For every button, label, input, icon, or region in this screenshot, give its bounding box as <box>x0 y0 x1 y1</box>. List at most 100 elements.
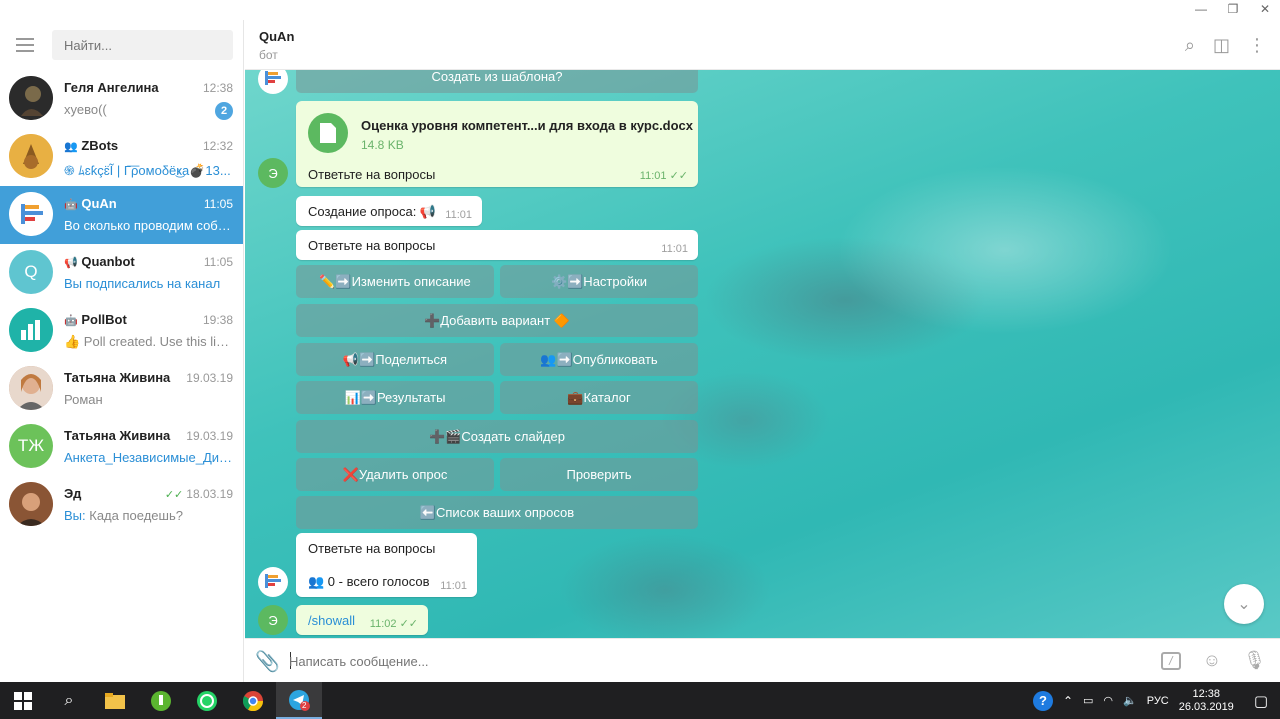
help-icon[interactable]: ? <box>1032 690 1053 711</box>
title-bar: — ❐ ✕ <box>0 0 1280 20</box>
message-time: 11:01 ✓✓ <box>639 170 688 182</box>
chrome-icon[interactable] <box>230 682 276 719</box>
file-explorer-icon[interactable] <box>92 682 138 719</box>
chevron-up-icon[interactable]: ⌃ <box>1063 694 1073 708</box>
chat-name: 📢 Quanbot <box>64 254 135 269</box>
chat-name: Эд <box>64 486 82 501</box>
document-message[interactable]: Оценка уровня компетент...и для входа в … <box>296 101 698 187</box>
avatar <box>9 308 53 352</box>
message-text: Ответьте на вопросы <box>308 238 436 253</box>
command-link[interactable]: /showall <box>308 613 355 628</box>
message-bubble: Создание опроса: 📢 11:01 <box>296 196 482 226</box>
microphone-icon[interactable]: 🎙 <box>1243 650 1266 671</box>
search-taskbar-icon[interactable]: ⌕ <box>46 682 92 719</box>
search-input[interactable] <box>52 30 233 60</box>
chevron-down-icon: ⌄ <box>1237 596 1251 613</box>
notifications-icon[interactable]: ▢ <box>1254 692 1268 710</box>
chat-preview: хуево(( <box>64 102 107 117</box>
message-text: Ответьте на вопросы <box>308 167 436 182</box>
chat-time: 12:32 <box>202 139 233 153</box>
volume-icon[interactable]: 🔈 <box>1123 694 1137 707</box>
chat-item[interactable]: Татьяна Живина 19.03.19 Роман <box>0 360 243 418</box>
message-text: Ответьте на вопросы <box>308 541 436 556</box>
chat-item[interactable]: 🤖 PollBot 19:38 👍 Poll created. Use this… <box>0 302 243 360</box>
utorrent-icon[interactable] <box>138 682 184 719</box>
attach-icon[interactable]: 📎 <box>255 649 280 674</box>
avatar: Q <box>9 250 53 294</box>
message-bubble: Ответьте на вопросы 11:01 <box>296 230 698 260</box>
system-tray: ? ⌃ ▭ ◠ 🔈 РУС 12:38 26.03.2019 ▢ <box>1032 682 1280 719</box>
chat-preview: Во сколько проводим собр... <box>64 218 234 233</box>
catalog-button[interactable]: 💼Каталог <box>500 381 698 414</box>
results-button[interactable]: 📊➡️Результаты <box>296 381 494 414</box>
wifi-icon[interactable]: ◠ <box>1103 694 1113 707</box>
avatar <box>9 134 53 178</box>
read-check-icon: ✓✓ <box>164 489 184 501</box>
minimize-button[interactable]: — <box>1194 2 1208 16</box>
avatar <box>9 76 53 120</box>
group-icon: 👥 <box>64 141 78 153</box>
telegram-badge: 2 <box>302 701 307 710</box>
bot-commands-icon[interactable]: / <box>1160 651 1181 670</box>
chat-preview: ֍ ﾑɛƙçɛ̈Ĩ | Γ͞ρомоδё͜ҝа💣13... <box>64 163 231 178</box>
message-input[interactable] <box>289 647 989 675</box>
vote-count: 👥 0 - всего голосов <box>308 574 430 589</box>
chat-item-active[interactable]: 🤖 QuAn 11:05 Во сколько проводим собр... <box>0 186 243 244</box>
chat-item[interactable]: 👥 ZBots 12:32 ֍ ﾑɛƙçɛ̈Ĩ | Γ͞ρомоδё͜ҝа💣13… <box>0 128 243 186</box>
share-button[interactable]: 📢➡️Поделиться <box>296 343 494 376</box>
avatar <box>9 366 53 410</box>
publish-button[interactable]: 👥➡️Опубликовать <box>500 343 698 376</box>
menu-icon[interactable] <box>16 38 34 52</box>
chat-time: ✓✓ 18.03.19 <box>164 487 233 501</box>
scroll-down-button[interactable]: ⌄ <box>1224 584 1264 624</box>
windows-taskbar: ⌕ 2 ? ⌃ ▭ ◠ 🔈 РУС 12:38 26.03.2019 ▢ <box>0 682 1280 719</box>
chat-item[interactable]: Q 📢 Quanbot 11:05 Вы подписались на кана… <box>0 244 243 302</box>
document-name: Оценка уровня компетент...и для входа в … <box>361 118 694 133</box>
template-button[interactable]: Создать из шаблона? <box>296 70 698 93</box>
sidebar-toggle-icon[interactable]: ◫ <box>1213 35 1230 56</box>
edit-description-button[interactable]: ✏️➡️Изменить описание <box>296 265 494 298</box>
message-bubble: Ответьте на вопросы 👥 0 - всего голосов … <box>296 533 477 597</box>
chat-item[interactable]: Эд ✓✓ 18.03.19 Вы: Када поедешь? <box>0 476 243 534</box>
maximize-button[interactable]: ❐ <box>1226 2 1240 16</box>
chat-time: 19.03.19 <box>186 429 233 443</box>
poll-list-button[interactable]: ⬅️Список ваших опросов <box>296 496 698 529</box>
chat-item[interactable]: ТЖ Татьяна Живина 19.03.19 Анкета_Незави… <box>0 418 243 476</box>
clock[interactable]: 12:38 26.03.2019 <box>1179 688 1234 714</box>
whatsapp-icon[interactable] <box>184 682 230 719</box>
search-icon[interactable]: ⌕ <box>1185 35 1195 56</box>
create-slider-button[interactable]: ➕🎬Создать слайдер <box>296 420 698 453</box>
document-size: 14.8 KB <box>361 138 404 152</box>
chat-name: Татьяна Живина <box>64 370 171 385</box>
chat-time: 12:38 <box>202 81 233 95</box>
avatar <box>9 192 53 236</box>
language-indicator[interactable]: РУС <box>1147 695 1169 707</box>
close-button[interactable]: ✕ <box>1258 2 1272 16</box>
chat-preview: 👍 Poll created. Use this link ... <box>64 334 234 349</box>
delete-poll-button[interactable]: ❌Удалить опрос <box>296 458 494 491</box>
settings-button[interactable]: ⚙️➡️Настройки <box>500 265 698 298</box>
battery-icon[interactable]: ▭ <box>1083 694 1093 707</box>
document-icon <box>308 113 348 153</box>
bot-avatar <box>258 567 288 597</box>
read-check-icon: ✓✓ <box>669 170 688 182</box>
message-composer: 📎 / ☺ 🎙 <box>245 638 1280 682</box>
telegram-window: — ❐ ✕ Геля Ангелина 12:38 хуево(( 2 👥 ZB… <box>0 0 1280 682</box>
channel-icon: 📢 <box>64 257 78 269</box>
chat-header: QuAn бот ⌕ ◫ ⋮ <box>245 20 1280 70</box>
start-button[interactable] <box>0 682 46 719</box>
more-options-icon[interactable]: ⋮ <box>1248 35 1266 56</box>
sidebar: Геля Ангелина 12:38 хуево(( 2 👥 ZBots 12… <box>0 20 244 682</box>
chat-time: 11:05 <box>203 255 233 269</box>
chat-name: Геля Ангелина <box>64 80 159 95</box>
chat-time: 11:05 <box>203 197 233 211</box>
chat-time: 19.03.19 <box>186 371 233 385</box>
check-button[interactable]: Проверить <box>500 458 698 491</box>
chat-preview: Анкета_Независимые_Дире... <box>64 450 234 465</box>
chat-item[interactable]: Геля Ангелина 12:38 хуево(( 2 <box>0 70 243 128</box>
chat-name: Татьяна Живина <box>64 428 171 443</box>
add-option-button[interactable]: ➕Добавить вариант 🔶 <box>296 304 698 337</box>
chat-title[interactable]: QuAn <box>259 29 294 44</box>
emoji-icon[interactable]: ☺ <box>1203 650 1221 671</box>
telegram-taskbar-icon[interactable]: 2 <box>276 682 322 719</box>
